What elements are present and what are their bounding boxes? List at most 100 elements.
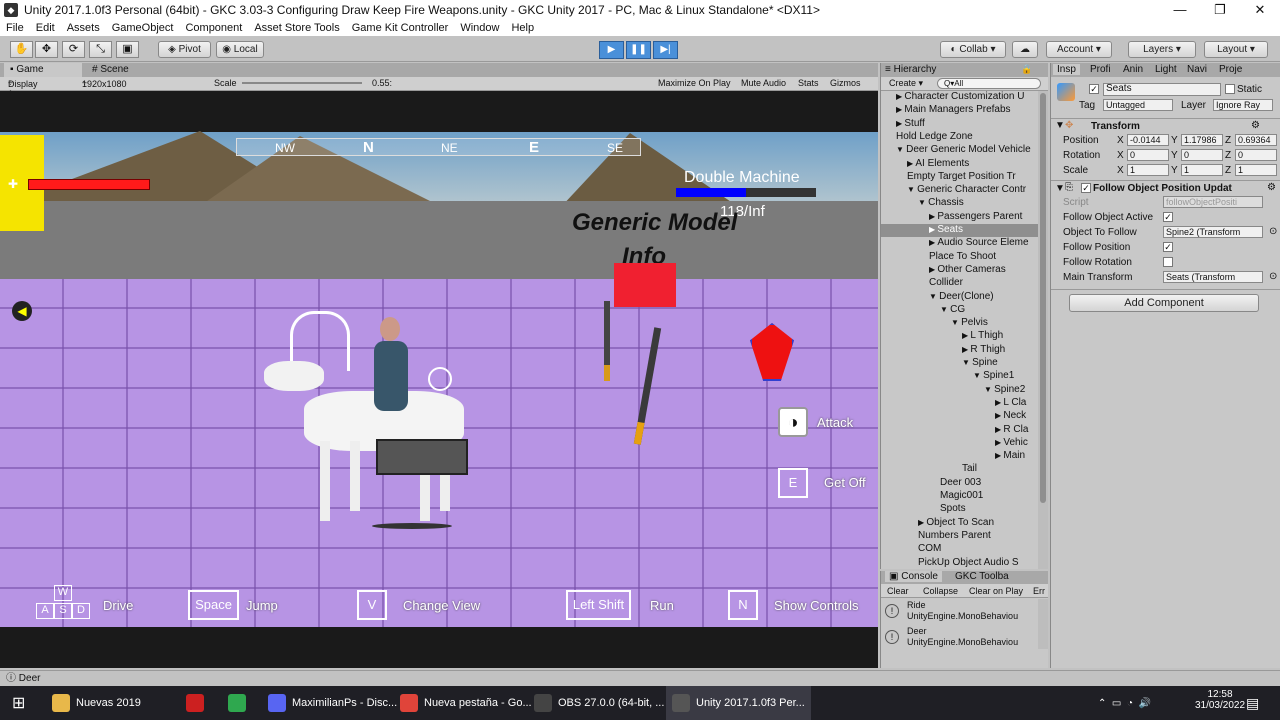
start-button[interactable]: ⊞	[12, 686, 25, 720]
menu-file[interactable]: File	[0, 22, 30, 34]
object-name-field[interactable]: Seats	[1103, 83, 1221, 96]
expand-arrow-icon[interactable]: ▼	[973, 371, 983, 380]
tab-hierarchy[interactable]: ≡ Hierarchy	[885, 64, 936, 75]
gizmos-toggle[interactable]: Gizmos	[830, 78, 861, 88]
layout-button[interactable]: Layout ▾	[1204, 41, 1268, 58]
expand-arrow-icon[interactable]: ▼	[962, 358, 972, 367]
hierarchy-item[interactable]: Collider	[881, 277, 1038, 290]
scale-y-field[interactable]: 1	[1181, 164, 1223, 176]
game-viewport[interactable]: ✚ NW N NE E SE Double Machine 118/Inf Ge…	[0, 91, 878, 668]
clear-on-play-button[interactable]: Clear on Play	[969, 586, 1023, 596]
back-arrow-icon[interactable]: ◀	[12, 301, 32, 321]
taskbar-app-button[interactable]: Nueva pestaña - Go...	[400, 686, 532, 720]
clock[interactable]: 12:58 31/03/2022	[1192, 689, 1248, 711]
hierarchy-item[interactable]: ▶ AI Elements	[881, 158, 1038, 171]
hierarchy-item[interactable]: ▶ R Thigh	[881, 344, 1038, 357]
clear-button[interactable]: Clear	[887, 586, 909, 596]
taskbar-app-button[interactable]	[228, 686, 252, 720]
tab-console[interactable]: ▣ Console	[885, 571, 942, 582]
display-select[interactable]: Display 1 ÷	[8, 78, 38, 99]
scale-slider[interactable]	[242, 82, 362, 84]
rect-tool-icon[interactable]: ▣	[116, 41, 139, 58]
hierarchy-item[interactable]: ▶ Seats	[881, 224, 1038, 237]
scale-tool-icon[interactable]: ⤡	[89, 41, 112, 58]
hierarchy-item[interactable]: ▶ Character Customization U	[881, 91, 1038, 104]
component-settings-icon[interactable]: ⚙	[1267, 182, 1276, 193]
rotation-y-field[interactable]: 0	[1181, 149, 1223, 161]
maximize-button[interactable]: ❐	[1200, 2, 1240, 18]
hierarchy-scrollbar[interactable]	[1038, 91, 1048, 569]
hierarchy-item[interactable]: Hold Ledge Zone	[881, 131, 1038, 144]
console-message[interactable]: ! Deer UnityEngine.MonoBehaviou	[881, 625, 1038, 651]
rotate-tool-icon[interactable]: ⟳	[62, 41, 85, 58]
object-to-follow-field[interactable]: Spine2 (Transform	[1163, 226, 1263, 238]
hierarchy-item[interactable]: Empty Target Position Tr	[881, 171, 1038, 184]
hierarchy-item[interactable]: ▶ Passengers Parent	[881, 211, 1038, 224]
component-settings-icon[interactable]: ⚙	[1251, 120, 1260, 131]
hierarchy-item[interactable]: ▼ Chassis	[881, 197, 1038, 210]
tab-game[interactable]: ▪ Game	[4, 63, 82, 78]
follow-component-header[interactable]: ▼ ⎘ ✓ Follow Object Position Updat ⚙	[1051, 180, 1280, 194]
error-pause-button[interactable]: Err	[1033, 586, 1045, 596]
hierarchy-item[interactable]: PickUp Object Audio S	[881, 557, 1038, 570]
object-picker-icon[interactable]: ⊙	[1269, 226, 1277, 237]
collapse-button[interactable]: Collapse	[923, 586, 958, 596]
rotation-z-field[interactable]: 0	[1235, 149, 1277, 161]
menu-help[interactable]: Help	[505, 22, 540, 34]
hierarchy-scroll-thumb[interactable]	[1040, 93, 1046, 503]
scale-z-field[interactable]: 1	[1235, 164, 1277, 176]
menu-asset-store-tools[interactable]: Asset Store Tools	[248, 22, 345, 34]
hierarchy-item[interactable]: ▶ Vehic	[881, 437, 1038, 450]
hierarchy-item[interactable]: Tail	[881, 463, 1038, 476]
hand-tool-icon[interactable]: ✋	[10, 41, 33, 58]
expand-arrow-icon[interactable]: ▼	[918, 198, 928, 207]
hierarchy-item[interactable]: Numbers Parent	[881, 530, 1038, 543]
component-enabled-checkbox[interactable]: ✓	[1081, 183, 1091, 193]
tag-dropdown[interactable]: Untagged	[1103, 99, 1173, 111]
layer-dropdown[interactable]: Ignore Ray	[1213, 99, 1273, 111]
move-tool-icon[interactable]: ✥	[35, 41, 58, 58]
create-button[interactable]: Create ▾	[889, 78, 923, 89]
expand-arrow-icon[interactable]: ▼	[984, 385, 994, 394]
resolution-select[interactable]: 1920x1080 ÷	[82, 78, 127, 89]
taskbar-app-button[interactable]: MaximilianPs - Disc...	[268, 686, 397, 720]
minimize-button[interactable]: —	[1160, 2, 1200, 18]
taskbar-app-button[interactable]: Unity 2017.1.0f3 Per...	[666, 686, 811, 720]
tab-profiler[interactable]: Profi	[1090, 64, 1111, 75]
hierarchy-item[interactable]: Place To Shoot	[881, 251, 1038, 264]
hierarchy-item[interactable]: ▼ Spine1	[881, 370, 1038, 383]
tab-gkc-toolbar[interactable]: GKC Toolba	[955, 571, 1009, 582]
menu-game-kit-controller[interactable]: Game Kit Controller	[346, 22, 455, 34]
stats-toggle[interactable]: Stats	[798, 78, 819, 88]
hierarchy-item[interactable]: ▼ CG	[881, 304, 1038, 317]
tab-navigation[interactable]: Navi	[1187, 64, 1207, 75]
hierarchy-item[interactable]: Magic001	[881, 490, 1038, 503]
object-picker-icon[interactable]: ⊙	[1269, 271, 1277, 282]
notifications-icon[interactable]: ▤	[1246, 686, 1259, 720]
cloud-icon[interactable]: ☁	[1012, 41, 1038, 58]
lock-icon[interactable]: 🔒	[1021, 64, 1032, 75]
hierarchy-item[interactable]: ▶ Other Cameras	[881, 264, 1038, 277]
position-z-field[interactable]: 0.69364	[1235, 134, 1277, 146]
hierarchy-item[interactable]: ▶ Audio Source Eleme	[881, 237, 1038, 250]
status-message[interactable]: Deer	[19, 673, 41, 684]
tab-scene[interactable]: # Scene	[86, 63, 156, 78]
taskbar-app-button[interactable]	[186, 686, 210, 720]
console-message[interactable]: ! Ride UnityEngine.MonoBehaviou	[881, 599, 1038, 625]
scale-x-field[interactable]: 1	[1127, 164, 1169, 176]
hierarchy-item[interactable]: ▼ Generic Character Contr	[881, 184, 1038, 197]
hierarchy-item[interactable]: ▶ Stuff	[881, 118, 1038, 131]
hierarchy-item[interactable]: ▼ Spine	[881, 357, 1038, 370]
expand-arrow-icon[interactable]: ▼	[896, 145, 906, 154]
hierarchy-search-input[interactable]: Q▾All	[937, 78, 1041, 89]
hierarchy-item[interactable]: Deer 003	[881, 477, 1038, 490]
hierarchy-item[interactable]: ▼ Pelvis	[881, 317, 1038, 330]
play-button[interactable]: ▶	[599, 41, 624, 59]
expand-arrow-icon[interactable]: ▼	[951, 318, 961, 327]
menu-gameobject[interactable]: GameObject	[106, 22, 180, 34]
position-y-field[interactable]: 1.17986	[1181, 134, 1223, 146]
hierarchy-item[interactable]: ▼ Spine2	[881, 384, 1038, 397]
menu-edit[interactable]: Edit	[30, 22, 61, 34]
hierarchy-item[interactable]: ▶ Main	[881, 450, 1038, 463]
static-checkbox[interactable]	[1225, 84, 1235, 94]
